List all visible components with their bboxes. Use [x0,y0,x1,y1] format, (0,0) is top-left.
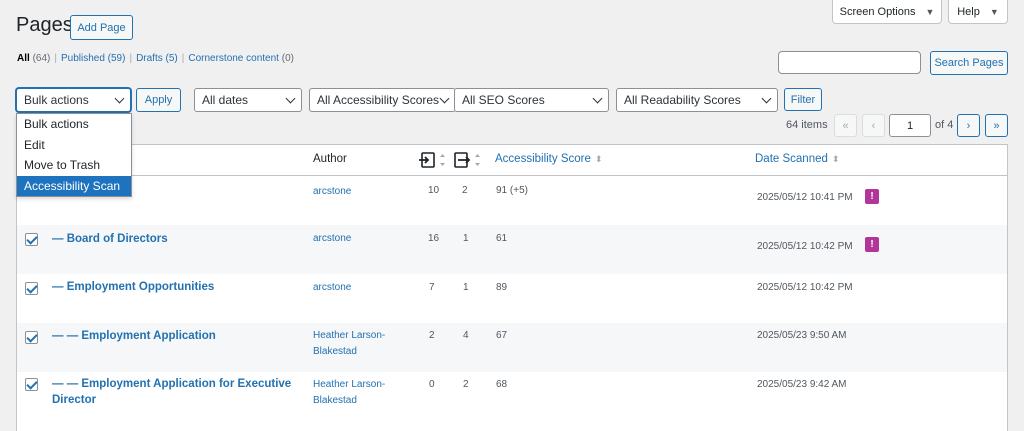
apply-button[interactable]: Apply [136,88,181,112]
seo-filter-select[interactable]: All SEO Scores [454,88,609,112]
add-page-button[interactable]: Add Page [70,15,133,40]
date-scanned: 2025/05/12 10:42 PM [757,241,853,252]
date-scanned-column-header[interactable]: Date Scanned ⬍ [755,153,839,165]
caret-down-icon: ▼ [925,6,935,17]
outgoing-links-count: 2 [463,379,469,390]
chevron-down-icon [285,93,296,103]
accessibility-score: 91 (+5) [496,185,528,196]
outgoing-links-count: 4 [463,330,469,341]
readability-filter-select[interactable]: All Readability Scores [616,88,778,112]
page-title-link[interactable]: — — Employment Application [52,328,292,344]
chevron-down-icon [439,93,450,103]
page-title-link[interactable]: — — Employment Application for Executive… [52,376,292,408]
menu-item-accessibility-scan[interactable]: Accessibility Scan [17,175,131,196]
author-link[interactable]: arcstone [313,184,403,200]
search-pages-button[interactable]: Search Pages [930,51,1008,75]
screen-options-button[interactable]: Screen Options ▼ [832,0,942,24]
alert-flag-icon[interactable]: ! [865,237,879,252]
table-header: Author Accessibility Score ⬍ Date Scanned… [17,145,1007,176]
outgoing-links-icon[interactable] [454,151,482,172]
accessibility-score: 67 [496,330,508,341]
filter-button[interactable]: Filter [784,88,822,111]
author-link[interactable]: arcstone [313,231,403,247]
date-scanned: 2025/05/12 10:41 PM [757,192,853,203]
bulk-actions-select[interactable]: Bulk actions [16,88,131,112]
sort-arrows-icon: ⬍ [594,154,603,164]
accessibility-filter-select[interactable]: All Accessibility Scores [309,88,456,112]
sort-arrows-icon: ⬍ [831,154,840,164]
screen-options-label: Screen Options [839,5,916,18]
last-page-button[interactable]: » [985,114,1008,137]
table-row: arcstone 10 2 91 (+5) 2025/05/12 10:41 P… [17,176,1007,225]
accessibility-score: 89 [496,282,508,293]
incoming-links-count: 10 [428,185,440,196]
next-page-button[interactable]: › [957,114,980,137]
view-all[interactable]: All (64) [17,53,50,64]
incoming-links-count: 7 [429,282,435,293]
row-checkbox[interactable] [25,233,38,246]
author-column-header: Author [313,153,347,165]
author-link[interactable]: Heather Larson-Blakestad [313,328,403,360]
total-pages: of 4 [935,119,954,131]
incoming-links-count: 16 [428,233,440,244]
outgoing-links-count: 2 [462,185,468,196]
first-page-button: « [834,114,857,137]
row-checkbox[interactable] [25,378,38,391]
incoming-links-count: 0 [429,379,435,390]
outgoing-links-count: 1 [463,282,469,293]
accessibility-score: 61 [496,233,508,244]
author-link[interactable]: arcstone [313,280,403,296]
help-button[interactable]: Help ▼ [948,0,1008,24]
menu-item-bulk-actions[interactable]: Bulk actions [17,114,131,135]
search-input[interactable] [778,51,921,74]
caret-down-icon: ▼ [989,6,999,17]
outgoing-links-count: 1 [463,233,469,244]
author-link[interactable]: Heather Larson-Blakestad [313,377,403,409]
table-row: — Employment Opportunities arcstone 7 1 … [17,274,1007,323]
bulk-actions-menu: Bulk actions Edit Move to Trash Accessib… [16,113,132,197]
dates-filter-select[interactable]: All dates [194,88,302,112]
status-views: All (64) | Published (59) | Drafts (5) | Corne… [17,53,294,64]
chevron-down-icon [761,93,772,103]
row-checkbox[interactable] [25,282,38,295]
chevron-down-icon [592,93,603,103]
view-published[interactable]: Published (59) [61,53,125,64]
table-row: — — Employment Application Heather Larso… [17,323,1007,372]
date-scanned: 2025/05/23 9:50 AM [757,330,847,341]
page-title: Pages [16,14,73,36]
incoming-links-count: 2 [429,330,435,341]
accessibility-score-column-header[interactable]: Accessibility Score ⬍ [495,153,602,165]
menu-item-move-to-trash[interactable]: Move to Trash [17,155,131,176]
current-page-input[interactable]: 1 [889,114,931,137]
table-row: — Board of Directors arcstone 16 1 61 20… [17,225,1007,274]
chevron-down-icon [114,93,125,103]
view-cornerstone[interactable]: Cornerstone content [188,53,279,64]
view-drafts[interactable]: Drafts (5) [136,53,178,64]
table-row: — — Employment Application for Executive… [17,372,1007,421]
date-scanned: 2025/05/12 10:42 PM [757,282,853,293]
help-label: Help [957,5,980,18]
alert-flag-icon[interactable]: ! [865,189,879,204]
items-count: 64 items [786,119,828,131]
accessibility-score: 68 [496,379,508,390]
menu-item-edit[interactable]: Edit [17,135,131,156]
incoming-links-icon[interactable] [419,151,447,172]
page-title-link[interactable]: — Board of Directors [52,231,292,247]
row-checkbox[interactable] [25,331,38,344]
page-title-link[interactable]: — Employment Opportunities [52,279,292,295]
prev-page-button: ‹ [862,114,885,137]
pages-table: Author Accessibility Score ⬍ Date Scanned… [16,144,1008,431]
date-scanned: 2025/05/23 9:42 AM [757,379,847,390]
